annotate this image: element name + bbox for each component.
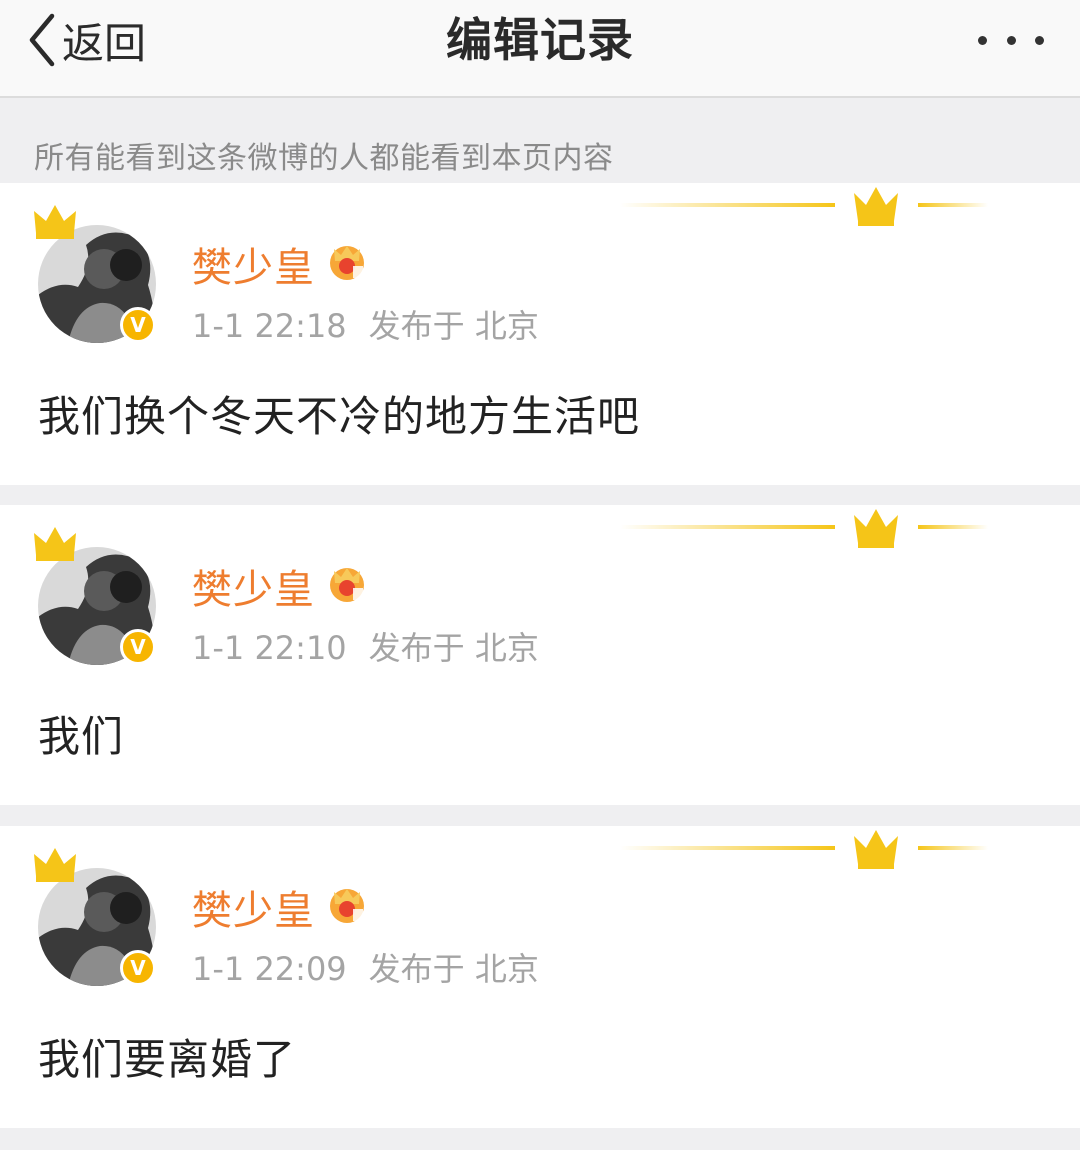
edit-record-card[interactable]: V 樊少皇 1-1 22:18 发布于 北京 我们换个冬天不冷的地方生活吧 (0, 183, 1080, 485)
verified-badge-icon: V (120, 950, 156, 986)
post-time: 1-1 22:09 (192, 950, 347, 988)
username[interactable]: 樊少皇 (192, 878, 315, 936)
post-location: 发布于 北京 (368, 307, 539, 345)
vip-crown-badge-icon (330, 568, 364, 602)
edit-record-card[interactable]: V 樊少皇 1-1 22:10 发布于 北京 我们 (0, 505, 1080, 805)
post-meta: 1-1 22:10 发布于 北京 (192, 623, 539, 669)
post-time: 1-1 22:10 (192, 629, 347, 667)
post-content: 我们要离婚了 (38, 1035, 297, 1084)
post-time: 1-1 22:18 (192, 307, 347, 345)
avatar-container[interactable]: V (32, 846, 162, 986)
post-location: 发布于 北京 (368, 629, 539, 667)
crown-icon (34, 527, 76, 561)
navigation-bar: 返回 编辑记录 (0, 0, 1080, 98)
vip-crown-badge-icon (330, 246, 364, 280)
post-content: 我们换个冬天不冷的地方生活吧 (38, 392, 641, 441)
page-title: 编辑记录 (446, 13, 634, 67)
edit-record-card[interactable]: V 樊少皇 1-1 22:09 发布于 北京 我们要离婚了 (0, 826, 1080, 1128)
edit-history-page: 返回 编辑记录 所有能看到这条微博的人都能看到本页内容 V 樊少皇 1-1 22… (0, 0, 1080, 1150)
post-meta: 1-1 22:09 发布于 北京 (192, 944, 539, 990)
visibility-notice: 所有能看到这条微博的人都能看到本页内容 (34, 141, 614, 176)
crown-icon (34, 205, 76, 239)
avatar-container[interactable]: V (32, 203, 162, 343)
crown-decoration-icon (620, 509, 988, 548)
more-button[interactable] (978, 28, 1044, 52)
post-location: 发布于 北京 (368, 950, 539, 988)
verified-badge-icon: V (120, 307, 156, 343)
post-content: 我们 (38, 712, 125, 761)
crown-decoration-icon (620, 187, 988, 226)
vip-crown-badge-icon (330, 889, 364, 923)
avatar-container[interactable]: V (32, 525, 162, 665)
post-meta: 1-1 22:18 发布于 北京 (192, 301, 539, 347)
username[interactable]: 樊少皇 (192, 235, 315, 293)
more-dots-icon (978, 35, 987, 45)
crown-icon (34, 848, 76, 882)
verified-badge-icon: V (120, 629, 156, 665)
username[interactable]: 樊少皇 (192, 557, 315, 615)
crown-decoration-icon (620, 830, 988, 869)
